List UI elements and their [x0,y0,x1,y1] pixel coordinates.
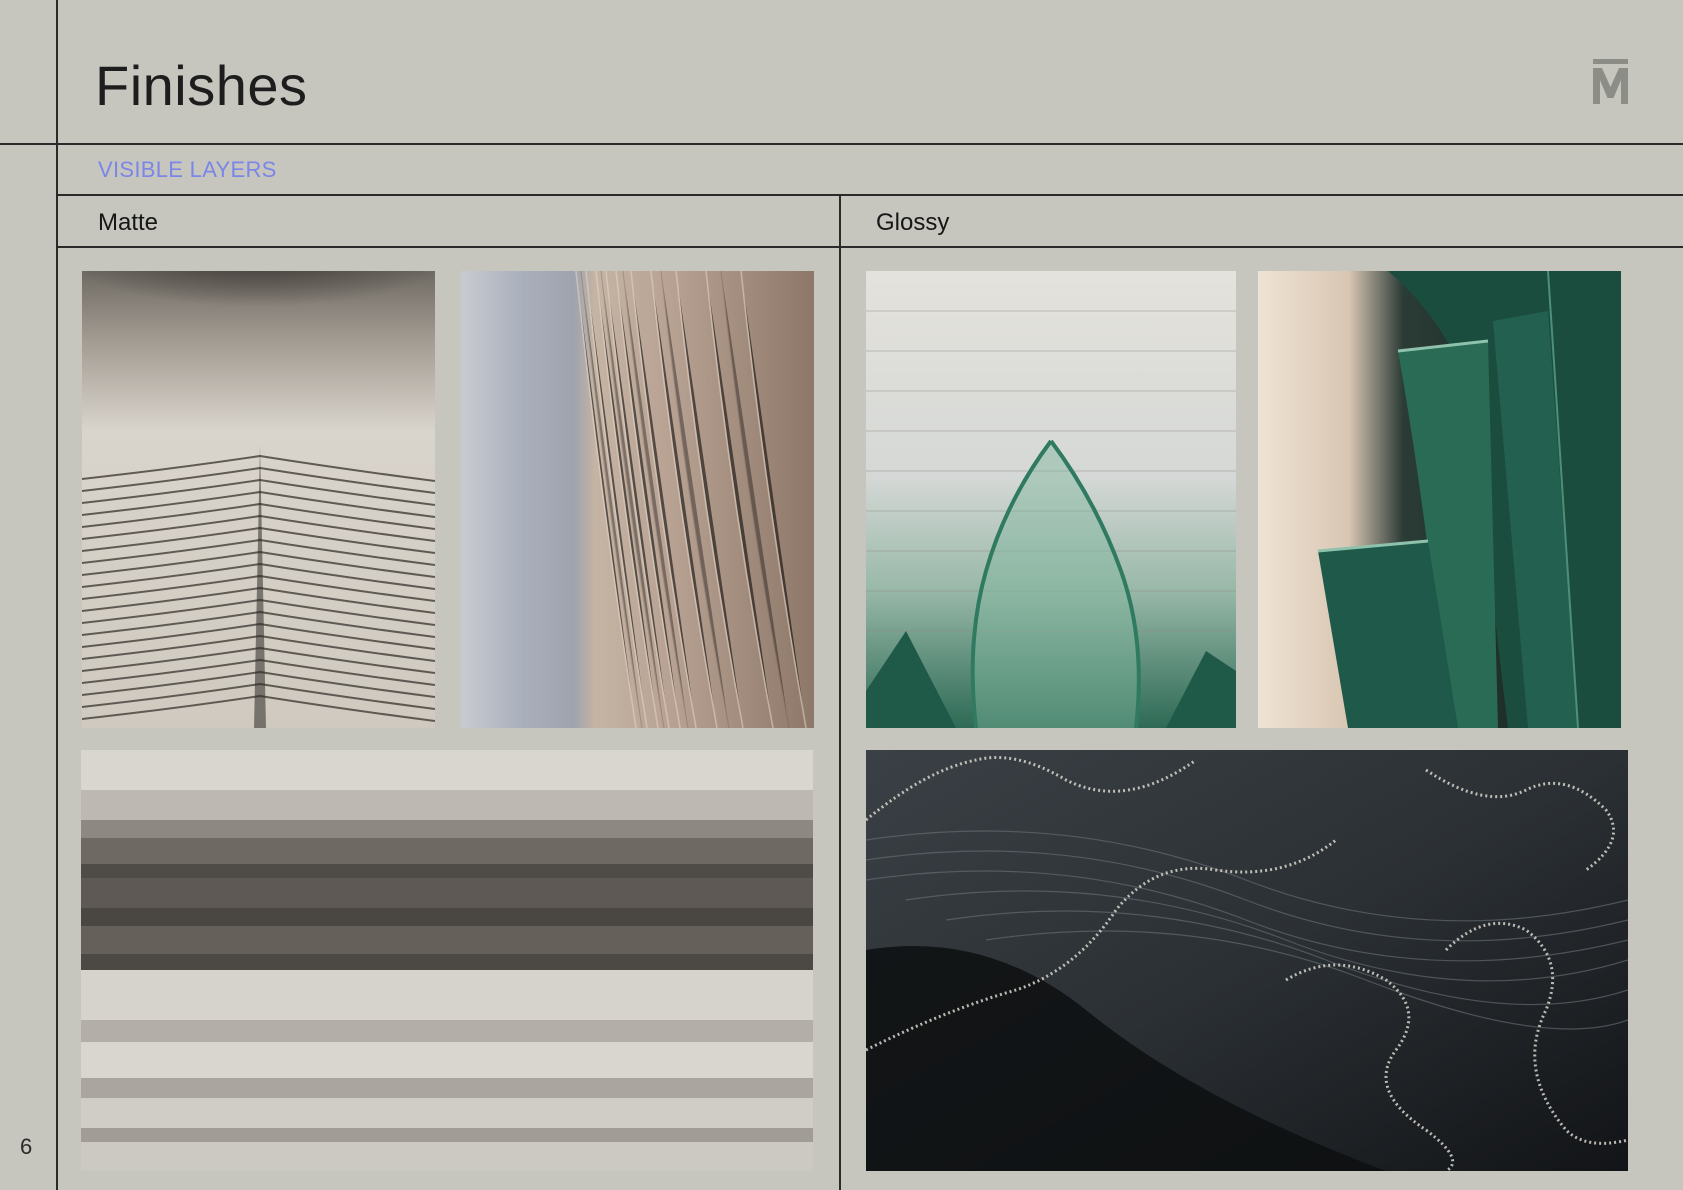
section-label: VISIBLE LAYERS [98,157,277,182]
glossy-black-sparkle-photo [866,750,1628,1171]
page-title: Finishes [95,54,308,117]
matte-wall-closeup-photo [461,271,814,728]
column-label-matte: Matte [98,209,159,236]
left-margin-rule [56,0,58,1190]
m-monogram-logo-icon [1592,56,1630,108]
matte-vessel-photo [82,271,435,728]
page-number: 6 [20,1134,33,1159]
section-divider [56,194,1683,196]
glossy-green-fins-photo [1258,271,1621,728]
column-header-divider [56,246,1683,248]
glossy-translucent-vessel-photo [866,271,1236,728]
matte-layered-texture-photo [81,750,813,1171]
header-divider [0,143,1683,145]
column-divider [839,195,841,1190]
column-label-glossy: Glossy [876,209,950,236]
